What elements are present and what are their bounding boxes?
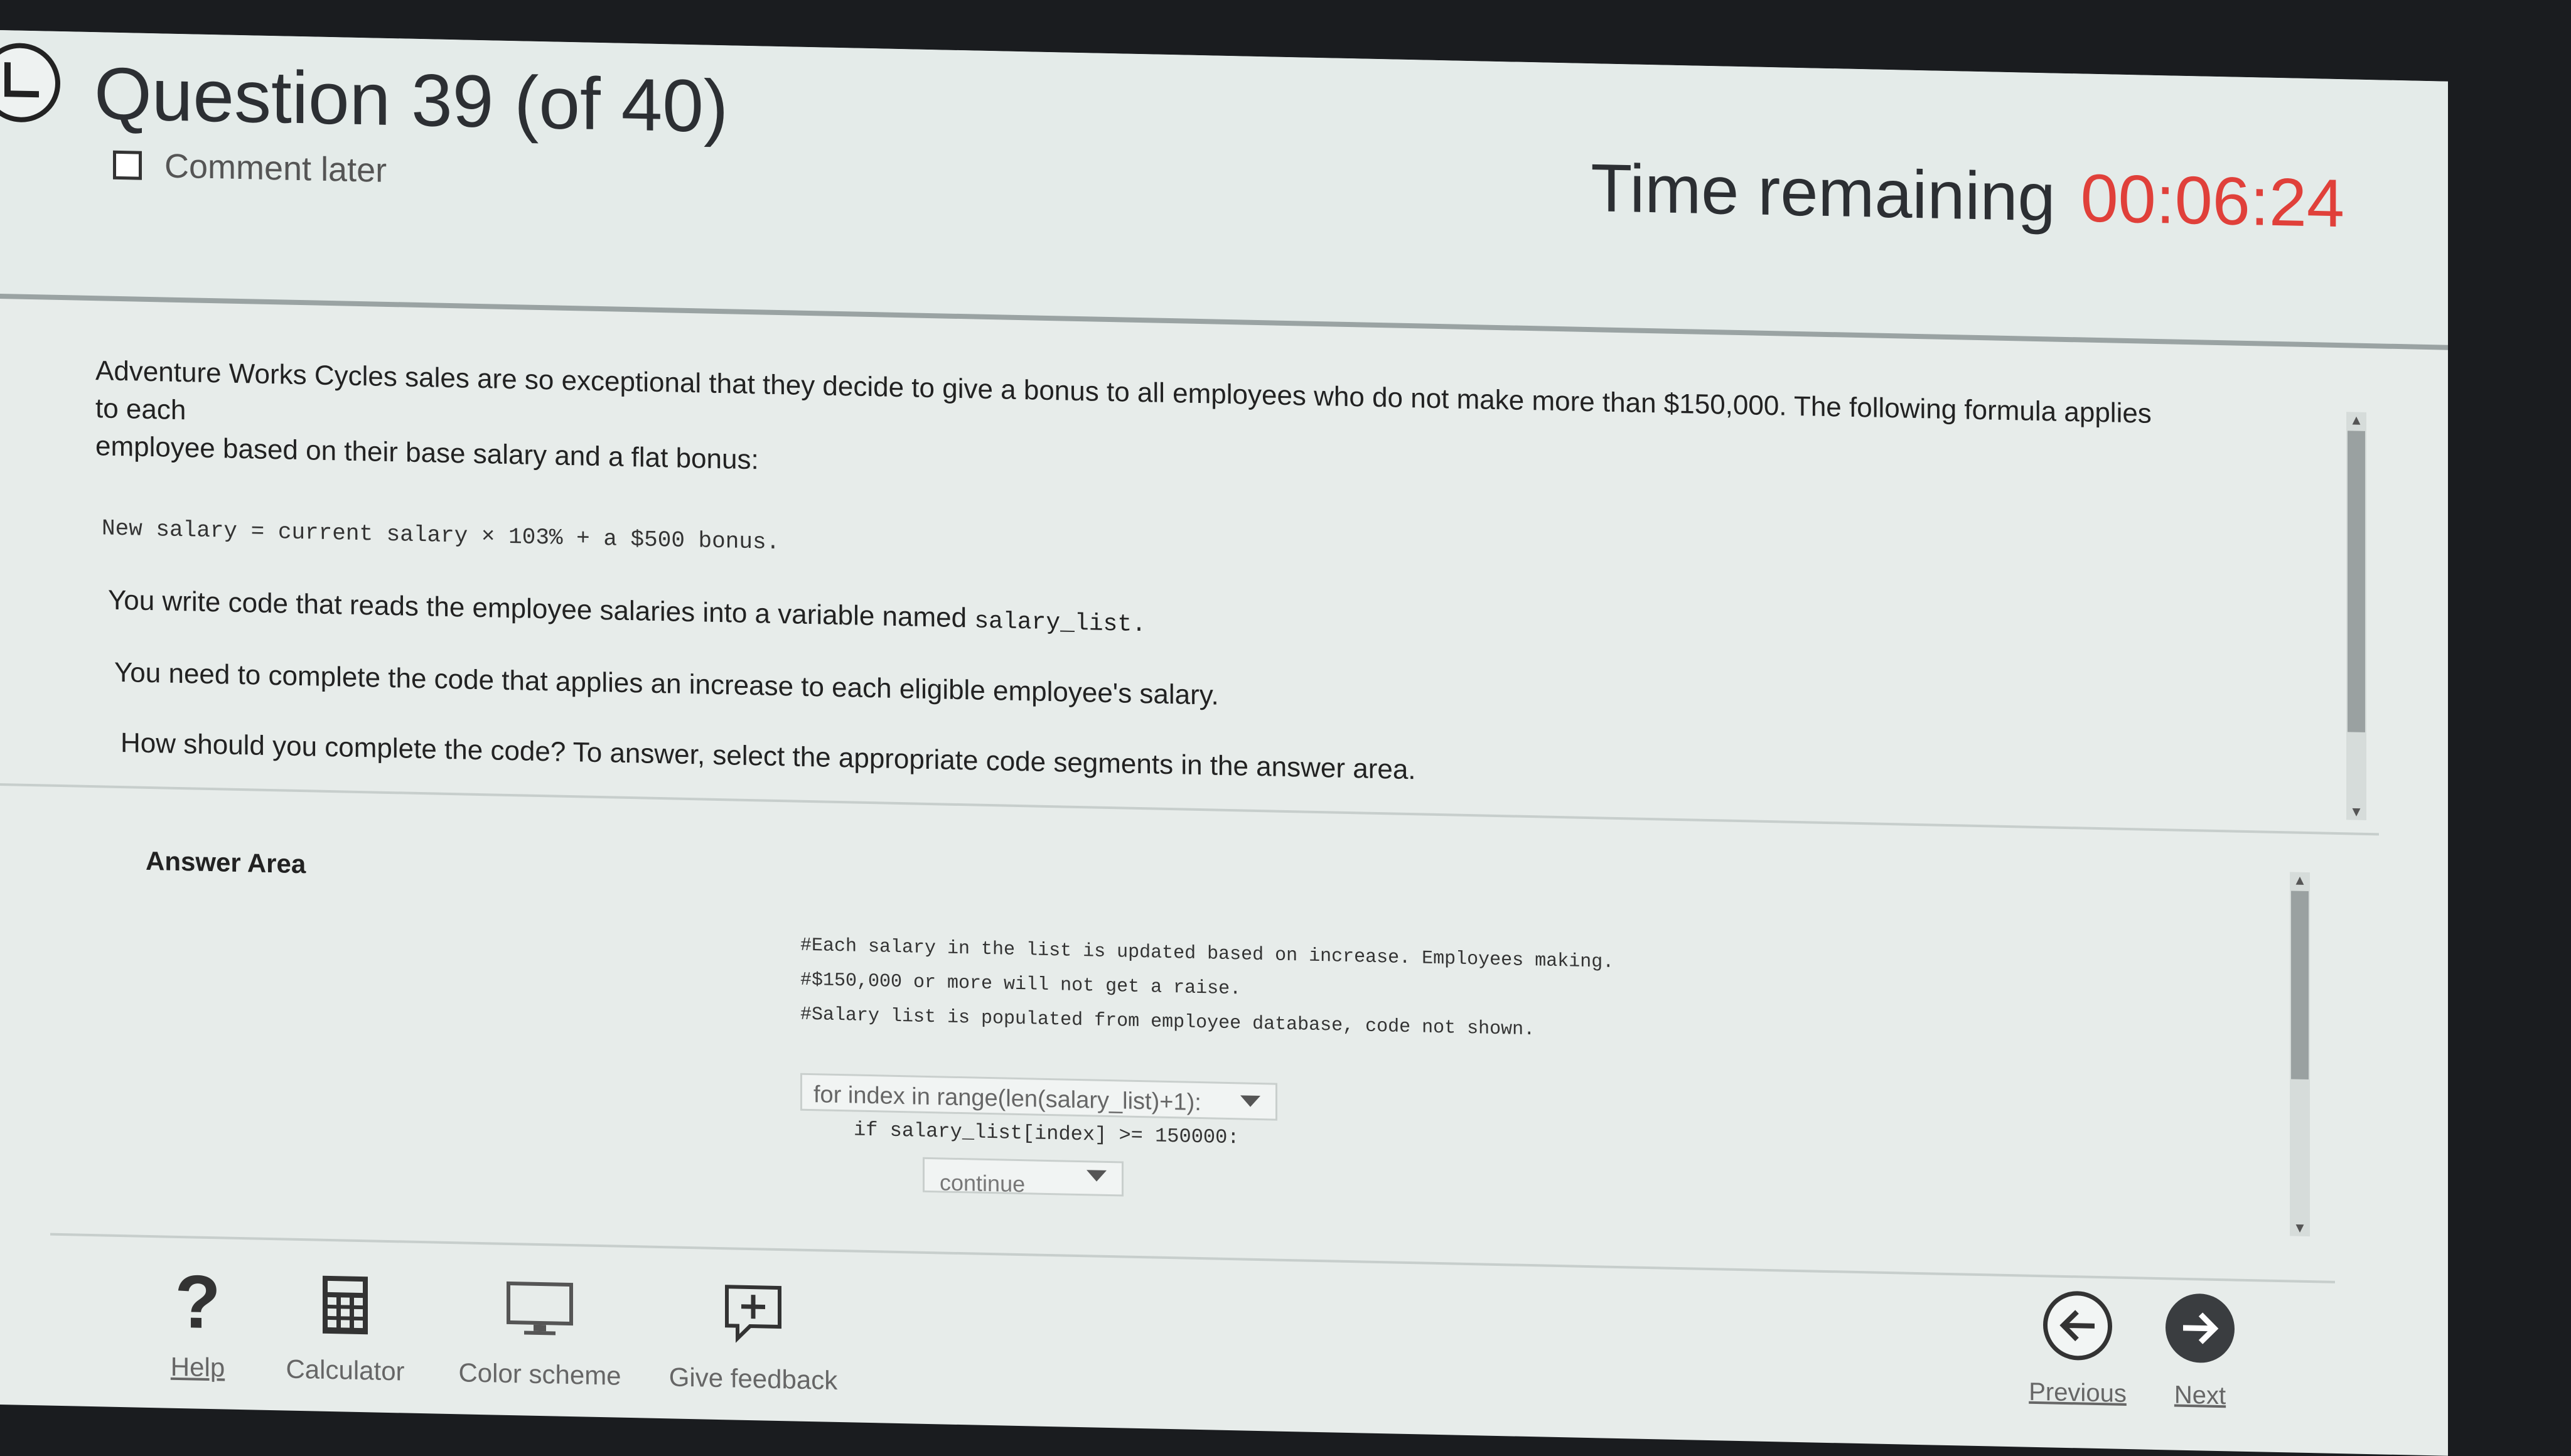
code-comment-1: #Each salary in the list is updated base…: [800, 934, 1614, 973]
question-pane: Adventure Works Cycles sales are so exce…: [0, 300, 2379, 836]
answer-area: Answer Area #Each salary in the list is …: [50, 800, 2335, 1283]
comment-later-label: Comment later: [164, 147, 387, 190]
feedback-icon: [659, 1274, 847, 1353]
loop-dropdown[interactable]: for index in range(len(salary_list)+1):: [800, 1073, 1277, 1121]
give-feedback-button[interactable]: Give feedback: [659, 1274, 847, 1396]
question-paragraph-4: How should you complete the code? To ans…: [121, 727, 1416, 786]
help-label: Help: [170, 1351, 225, 1383]
header: Question 39 (of 40) Comment later Time r…: [0, 30, 2448, 350]
question-paragraph-1: Adventure Works Cycles sales are so exce…: [95, 352, 2154, 508]
color-scheme-button[interactable]: Color scheme: [446, 1270, 634, 1391]
loop-dropdown-value: for index in range(len(salary_list)+1):: [813, 1081, 1201, 1116]
help-button[interactable]: ? Help: [157, 1259, 239, 1383]
time-remaining-value: 00:06:24: [2080, 159, 2344, 242]
next-button[interactable]: Next: [2147, 1293, 2253, 1411]
return-arrow-icon: [4, 62, 39, 98]
question-title: Question 39 (of 40): [94, 52, 729, 149]
question-paragraph-3: You need to complete the code that appli…: [114, 656, 1219, 711]
comment-later-checkbox[interactable]: [113, 150, 142, 180]
action-dropdown-value: continue: [940, 1169, 1026, 1197]
color-scheme-label: Color scheme: [458, 1357, 621, 1391]
arrow-right-icon: [2166, 1293, 2235, 1364]
question-scrollbar[interactable]: ▲ ▼: [2346, 412, 2366, 820]
calculator-button[interactable]: Calculator: [276, 1266, 414, 1387]
question-paragraph-2-text: You write code that reads the employee s…: [108, 584, 975, 634]
chevron-down-icon[interactable]: [1240, 1095, 1260, 1108]
monitor-icon: [446, 1270, 634, 1349]
scroll-up-icon[interactable]: ▲: [2290, 872, 2310, 889]
question-mark-icon: ?: [174, 1259, 221, 1345]
answer-scrollbar[interactable]: ▲ ▼: [2290, 872, 2310, 1237]
answer-area-title: Answer Area: [146, 845, 306, 879]
scroll-up-icon[interactable]: ▲: [2346, 412, 2366, 429]
code-comment-3: #Salary list is populated from employee …: [800, 1004, 1535, 1041]
scroll-down-icon[interactable]: ▼: [2346, 803, 2366, 820]
action-dropdown[interactable]: continue: [923, 1157, 1124, 1197]
salary-list-code: salary_list.: [974, 608, 1146, 639]
code-if-line: if salary_list[index] >= 150000:: [854, 1118, 1240, 1150]
review-button[interactable]: [0, 42, 60, 124]
calculator-icon: [276, 1266, 414, 1344]
answer-scrollbar-thumb[interactable]: [2291, 891, 2309, 1080]
scroll-down-icon[interactable]: ▼: [2290, 1219, 2310, 1236]
give-feedback-label: Give feedback: [668, 1362, 838, 1395]
arrow-left-icon: [2043, 1290, 2112, 1361]
salary-formula: New salary = current salary × 103% + a $…: [102, 515, 780, 556]
time-remaining: Time remaining 00:06:24: [1591, 148, 2344, 242]
question-scrollbar-thumb[interactable]: [2348, 431, 2365, 732]
time-remaining-label: Time remaining: [1591, 149, 2056, 235]
chevron-down-icon[interactable]: [1087, 1170, 1107, 1182]
comment-later[interactable]: Comment later: [113, 146, 387, 190]
previous-button[interactable]: Previous: [2021, 1290, 2134, 1408]
exam-screen: Question 39 (of 40) Comment later Time r…: [0, 30, 2448, 1456]
next-label: Next: [2174, 1381, 2226, 1410]
code-comment-2: #$150,000 or more will not get a raise.: [800, 969, 1242, 1000]
question-paragraph-2: You write code that reads the employee s…: [108, 582, 2167, 666]
previous-label: Previous: [2029, 1378, 2127, 1408]
calculator-label: Calculator: [286, 1354, 405, 1386]
bottom-toolbar: ? Help Calculator Color scheme Give feed…: [0, 1248, 2448, 1456]
